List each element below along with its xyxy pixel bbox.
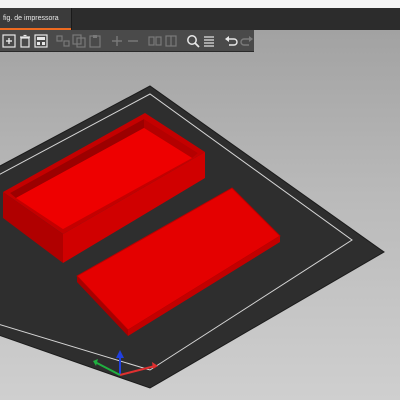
undo-button[interactable] [224,32,238,50]
copy-button[interactable] [72,32,86,50]
split-parts-button[interactable] [164,32,178,50]
3d-scene[interactable] [0,30,400,400]
search-button[interactable] [186,32,200,50]
paste-icon [89,34,101,48]
add-instance-icon [112,35,122,46]
paste-button[interactable] [88,32,102,50]
add-instance-button[interactable] [110,32,124,50]
3d-viewport[interactable] [0,30,400,400]
add-button[interactable] [2,32,16,50]
split-parts-icon [165,34,177,47]
delete-button[interactable] [18,32,32,50]
remove-instance-icon [128,39,138,42]
arrange-button[interactable] [56,32,70,50]
redo-button[interactable] [240,32,254,50]
split-objects-icon [148,35,162,46]
undo-icon [225,35,238,46]
remove-instance-button[interactable] [126,32,140,50]
copy-icon [72,33,86,48]
delete-icon [20,34,30,48]
layers-editing-icon [204,35,214,47]
tab-printer-settings[interactable]: fig. de impressora [0,8,72,30]
layers-editing-button[interactable] [202,32,216,50]
plater-toolbar [0,30,254,52]
delete-all-button[interactable] [34,32,48,50]
arrange-icon [56,34,70,47]
search-icon [187,34,200,48]
delete-all-icon [34,33,48,48]
redo-icon [240,35,253,46]
split-objects-button[interactable] [148,32,162,50]
tab-bar: fig. de impressora [0,8,400,30]
tab-label: fig. de impressora [3,15,59,22]
add-icon [2,33,16,48]
